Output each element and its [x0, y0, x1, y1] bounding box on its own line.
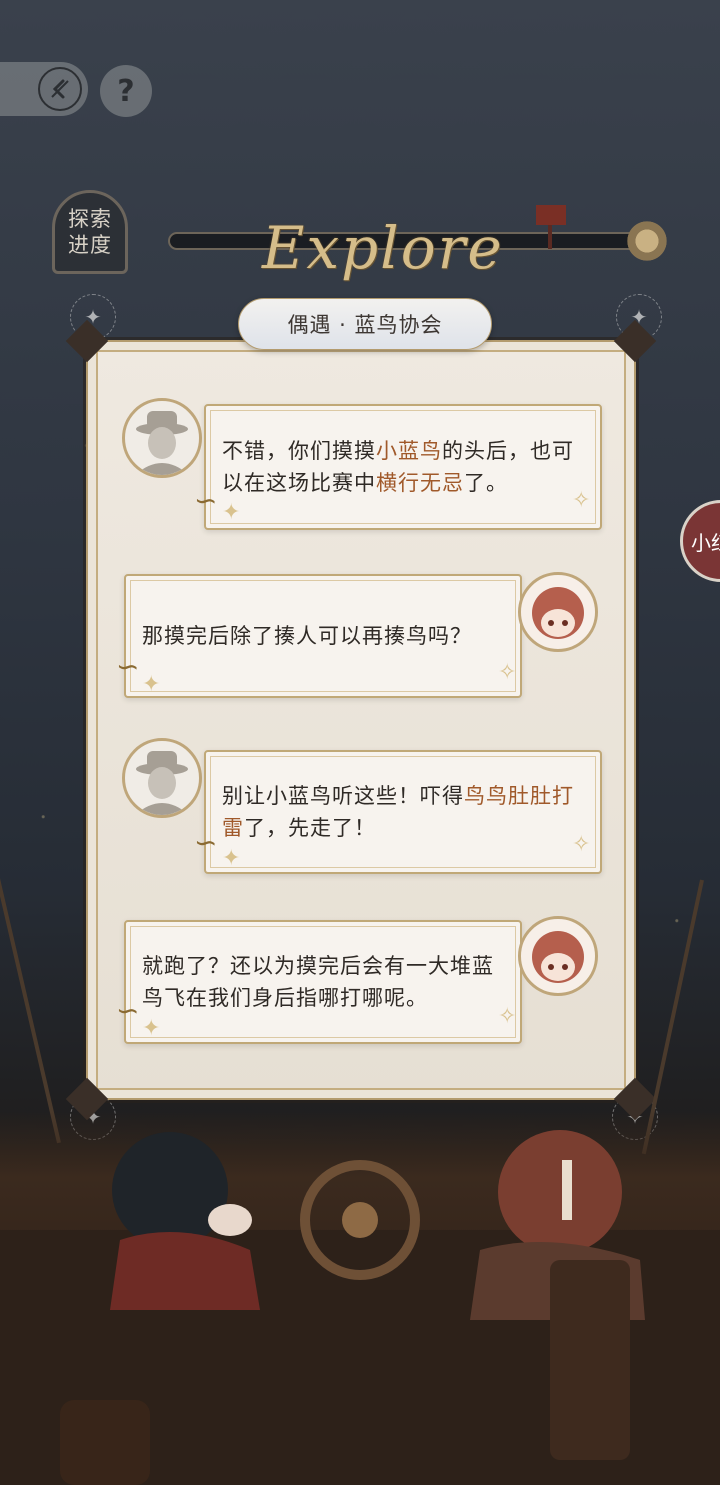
side-tab-button[interactable]: 小红: [680, 500, 720, 582]
exploration-progress-badge[interactable]: 探索 进度: [52, 190, 128, 274]
progress-label-line1: 探索: [68, 207, 112, 231]
sparkle-icon: ✧: [498, 660, 517, 685]
sparkle-icon: ✧: [572, 488, 591, 513]
compass-emblem-icon: [624, 218, 670, 264]
dialogue-text-2: 那摸完后除了揍人可以再揍鸟吗？: [142, 624, 472, 648]
hat-man-avatar: [122, 398, 202, 478]
dialogue-text-4: 就跑了？还以为摸完后会有一大堆蓝鸟飞在我们身后指哪打哪呢。: [142, 954, 494, 1010]
side-tab-label: 小红: [691, 530, 720, 555]
swirl-ornament-icon: ∽: [194, 484, 218, 517]
girl-avatar: [518, 572, 598, 652]
dialogue-bubble-3: 别让小蓝鸟听这些！吓得鸟鸟肚肚打雷了，先走了！: [204, 750, 602, 874]
explore-logo: Explore: [262, 214, 504, 282]
dialogue-bubble-1: 不错，你们摸摸小蓝鸟的头后，也可以在这场比赛中横行无忌了。: [204, 404, 602, 530]
event-title-banner: 偶遇 · 蓝鸟协会: [238, 298, 492, 350]
dialogue-text-3: 别让小蓝鸟听这些！吓得鸟鸟肚肚打雷了，先走了！: [222, 784, 574, 840]
sparkle-icon: ✦: [222, 846, 241, 871]
swirl-ornament-icon: ∽: [116, 994, 140, 1027]
help-button[interactable]: ?: [100, 65, 152, 117]
flag-icon: [536, 205, 566, 225]
progress-label-line2: 进度: [68, 233, 112, 257]
swirl-ornament-icon: ∽: [116, 650, 140, 683]
help-icon: ?: [117, 73, 135, 109]
hat-man-avatar: [122, 738, 202, 818]
boy-character: [80, 1120, 280, 1310]
sparkle-icon: ✦: [142, 1016, 161, 1041]
girl-avatar: [518, 916, 598, 996]
rope: [0, 869, 61, 1144]
sparkle-icon: ✧: [498, 1004, 517, 1029]
back-button[interactable]: [0, 62, 88, 116]
back-arrow-icon: [38, 67, 82, 111]
boiler-tank: [550, 1260, 630, 1460]
swirl-ornament-icon: ∽: [194, 826, 218, 859]
sparkle-icon: ✦: [142, 672, 161, 697]
dialogue-text-1: 不错，你们摸摸小蓝鸟的头后，也可以在这场比赛中横行无忌了。: [222, 439, 574, 495]
dialogue-bubble-2: 那摸完后除了揍人可以再揍鸟吗？: [124, 574, 522, 698]
sparkle-icon: ✦: [222, 500, 241, 525]
ship-wheel-hub: [342, 1202, 378, 1238]
barrel: [60, 1400, 150, 1485]
dialogue-bubble-4: 就跑了？还以为摸完后会有一大堆蓝鸟飞在我们身后指哪打哪呢。: [124, 920, 522, 1044]
sparkle-icon: ✧: [572, 832, 591, 857]
